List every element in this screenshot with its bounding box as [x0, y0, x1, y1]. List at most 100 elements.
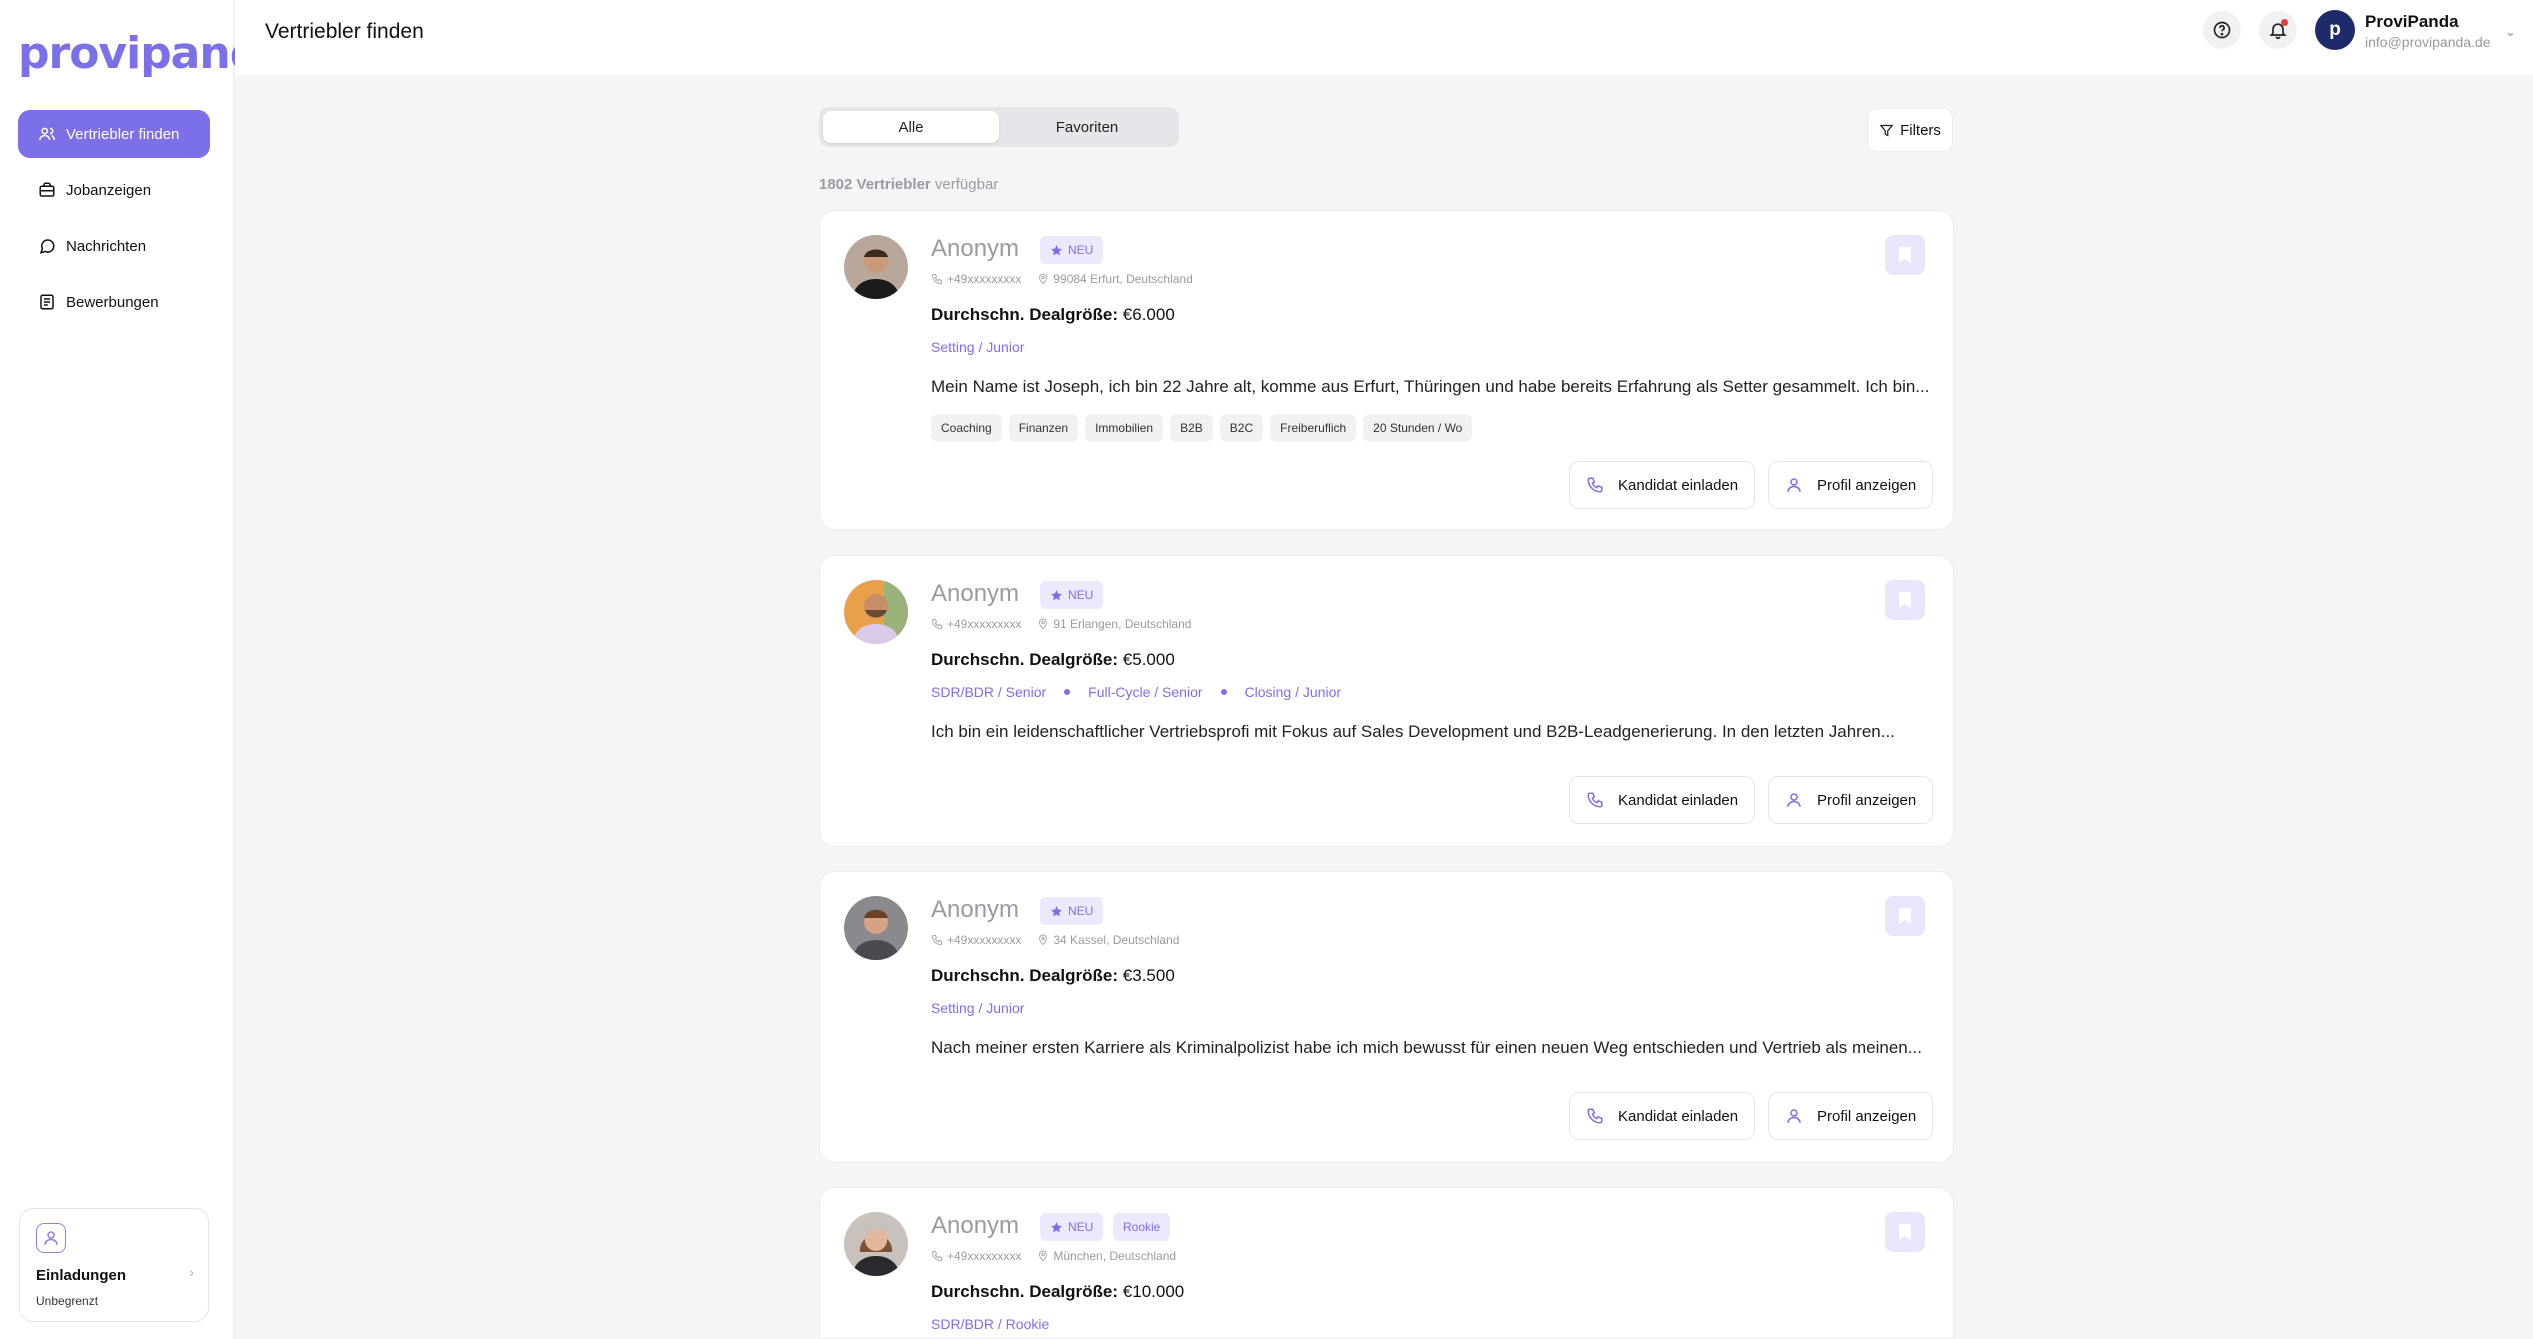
candidate-description: Mein Name ist Joseph, ich bin 22 Jahre a… — [931, 377, 1930, 396]
location-icon — [1039, 273, 1048, 285]
invitations-title: Einladungen — [36, 1267, 126, 1284]
deal-size: Durchschn. Dealgröße: €10.000 — [931, 1282, 1184, 1302]
user-avatar[interactable]: p — [2315, 10, 2355, 50]
sidebar-item-vertriebler-finden[interactable]: Vertriebler finden — [18, 110, 210, 158]
candidate-avatar[interactable] — [844, 1212, 908, 1276]
candidate-meta: +49xxxxxxxxx 91 Erlangen, Deutschland — [931, 617, 1191, 631]
applications-icon — [40, 294, 54, 310]
candidate-location: München, Deutschland — [1053, 1249, 1177, 1263]
page-title: Vertriebler finden — [265, 20, 424, 43]
candidate-name: Anonym — [931, 896, 1020, 923]
deal-size-label: Durchschn. Dealgröße: — [931, 305, 1119, 324]
deal-size-value: €3.500 — [1122, 966, 1175, 985]
chevron-down-icon[interactable]: ⌄ — [2505, 24, 2516, 40]
sidebar-nav: Vertriebler finden Jobanzeigen Nachricht… — [18, 110, 210, 334]
results-count-number: 1802 Vertriebler — [819, 176, 931, 193]
message-icon — [39, 239, 55, 254]
results-count: 1802 Vertriebler verfügbar — [819, 176, 998, 193]
tab-favoriten[interactable]: Favoriten — [999, 111, 1175, 143]
phone-icon — [931, 619, 942, 630]
sidebar-item-jobanzeigen[interactable]: Jobanzeigen — [18, 166, 210, 214]
users-icon — [39, 127, 55, 141]
bookmark-icon — [1899, 592, 1911, 608]
chevron-right-icon: › — [189, 1264, 194, 1280]
candidate-roles: SDR/BDR / Rookie — [931, 1316, 1049, 1332]
badge-label: NEU — [1068, 243, 1094, 257]
bookmark-button[interactable] — [1885, 235, 1925, 275]
invitations-card[interactable]: Einladungen Unbegrenzt › — [19, 1208, 209, 1322]
sidebar-item-label: Jobanzeigen — [66, 181, 152, 199]
notification-dot — [2281, 19, 2288, 26]
bookmark-button[interactable] — [1885, 896, 1925, 936]
phone-icon — [1587, 792, 1603, 808]
button-label: Profil anzeigen — [1817, 476, 1917, 494]
tabs: Alle Favoriten — [819, 107, 1179, 147]
candidate-location: 99084 Erfurt, Deutschland — [1053, 272, 1193, 286]
sidebar-item-label: Bewerbungen — [66, 293, 159, 311]
help-icon — [2213, 21, 2231, 39]
role-label: Setting / Junior — [931, 1000, 1025, 1016]
view-profile-button[interactable]: Profil anzeigen — [1768, 461, 1934, 509]
deal-size-label: Durchschn. Dealgröße: — [931, 966, 1119, 985]
notifications-button[interactable] — [2259, 11, 2297, 49]
bookmark-button[interactable] — [1885, 580, 1925, 620]
role-label: SDR/BDR / Senior — [931, 684, 1047, 700]
candidate-roles: SDR/BDR / Senior Full-Cycle / Senior Clo… — [931, 684, 1341, 700]
separator-dot — [1064, 689, 1071, 695]
view-profile-button[interactable]: Profil anzeigen — [1768, 776, 1934, 824]
tag-list: Coaching Finanzen Immobilien B2B B2C Fre… — [931, 414, 1479, 442]
role-label: Setting / Junior — [931, 339, 1025, 355]
candidate-card: Anonym NEU Rookie +49xxxxxxxxx München, … — [819, 1187, 1954, 1339]
sidebar-item-label: Nachrichten — [66, 237, 147, 255]
deal-size-value: €5.000 — [1122, 650, 1175, 669]
view-profile-button[interactable]: Profil anzeigen — [1768, 1092, 1934, 1140]
results-count-suffix: verfügbar — [934, 176, 999, 193]
help-button[interactable] — [2203, 11, 2241, 49]
bookmark-button[interactable] — [1885, 1212, 1925, 1252]
filter-icon — [1879, 124, 1894, 137]
tag: Finanzen — [1008, 414, 1079, 442]
candidate-meta: +49xxxxxxxxx 34 Kassel, Deutschland — [931, 933, 1179, 947]
topbar: Vertriebler finden — [235, 0, 2533, 75]
candidate-avatar[interactable] — [844, 235, 908, 299]
sidebar-item-bewerbungen[interactable]: Bewerbungen — [18, 278, 210, 326]
deal-size-label: Durchschn. Dealgröße: — [931, 650, 1119, 669]
candidate-name: Anonym — [931, 580, 1020, 607]
candidate-phone: +49xxxxxxxxx — [947, 1249, 1022, 1263]
deal-size-value: €10.000 — [1122, 1282, 1185, 1301]
badge-label: NEU — [1068, 1220, 1094, 1234]
user-icon — [1787, 793, 1801, 807]
badge-label: NEU — [1068, 904, 1094, 918]
bookmark-icon — [1899, 1224, 1911, 1240]
candidate-location: 34 Kassel, Deutschland — [1053, 933, 1180, 947]
star-icon — [1051, 905, 1062, 916]
deal-size: Durchschn. Dealgröße: €3.500 — [931, 966, 1175, 986]
star-icon — [1051, 1221, 1062, 1232]
invite-candidate-button[interactable]: Kandidat einladen — [1569, 1092, 1756, 1140]
location-icon — [1039, 1250, 1048, 1262]
deal-size: Durchschn. Dealgröße: €6.000 — [931, 305, 1175, 325]
candidate-phone: +49xxxxxxxxx — [947, 933, 1022, 947]
phone-icon — [1587, 477, 1603, 493]
candidate-avatar[interactable] — [844, 580, 908, 644]
sidebar-item-nachrichten[interactable]: Nachrichten — [18, 222, 210, 270]
role-label: Full-Cycle / Senior — [1088, 684, 1203, 700]
candidate-avatar[interactable] — [844, 896, 908, 960]
tab-alle[interactable]: Alle — [823, 111, 999, 143]
tag: Coaching — [931, 414, 1002, 442]
invite-candidate-button[interactable]: Kandidat einladen — [1569, 461, 1756, 509]
new-badge: NEU — [1040, 581, 1104, 609]
button-label: Kandidat einladen — [1618, 1107, 1739, 1125]
candidate-meta: +49xxxxxxxxx 99084 Erfurt, Deutschland — [931, 272, 1193, 286]
new-badge: NEU — [1040, 236, 1104, 264]
rookie-badge: Rookie — [1113, 1213, 1171, 1241]
user-name[interactable]: ProviPanda — [2365, 12, 2459, 32]
user-icon — [1787, 1109, 1801, 1123]
tag: Freiberuflich — [1270, 414, 1357, 442]
invite-candidate-button[interactable]: Kandidat einladen — [1569, 776, 1756, 824]
button-label: Profil anzeigen — [1817, 791, 1917, 809]
tag: Immobilien — [1085, 414, 1164, 442]
badge-label: NEU — [1068, 588, 1094, 602]
sidebar-item-label: Vertriebler finden — [66, 125, 180, 143]
filters-button[interactable]: Filters — [1867, 108, 1953, 152]
